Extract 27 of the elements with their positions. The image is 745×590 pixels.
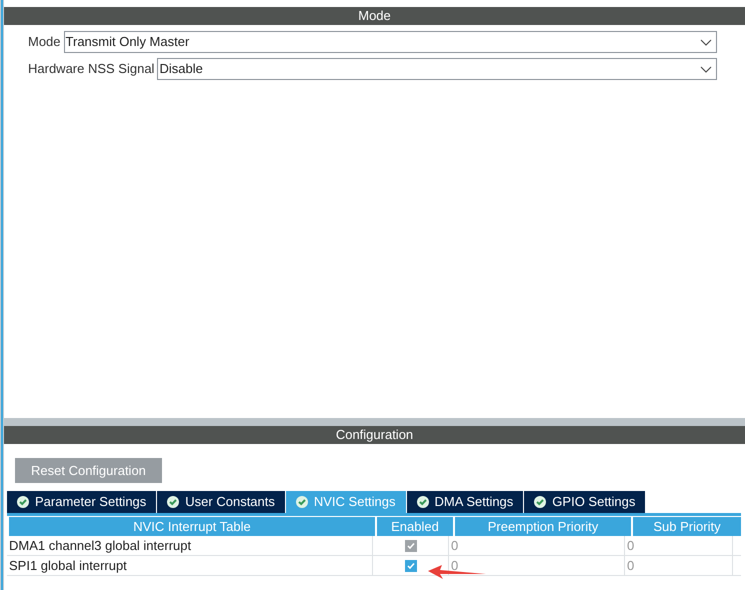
panel-header: Mode bbox=[4, 7, 745, 25]
check-circle-icon bbox=[17, 496, 29, 508]
table-cell: 0 bbox=[625, 556, 733, 575]
dropdown[interactable]: Disable bbox=[157, 58, 717, 80]
column-header: Sub Priority bbox=[633, 517, 741, 536]
checkbox[interactable] bbox=[404, 560, 416, 572]
check-circle-icon bbox=[534, 496, 546, 508]
tab[interactable]: Parameter Settings bbox=[7, 491, 156, 513]
chevron-down-icon bbox=[700, 66, 712, 72]
tab[interactable]: User Constants bbox=[157, 491, 285, 513]
dropdown[interactable]: Transmit Only Master bbox=[64, 31, 717, 53]
column-header: NVIC Interrupt Table bbox=[9, 517, 375, 536]
table-cell: SPI1 global interrupt bbox=[7, 556, 373, 575]
table-cell: 0 bbox=[449, 536, 625, 555]
column-header: Preemption Priority bbox=[455, 517, 631, 536]
table-cell: DMA1 channel3 global interrupt bbox=[7, 536, 373, 555]
panel-header: Configuration bbox=[4, 426, 745, 444]
check-circle-icon bbox=[167, 496, 180, 508]
tab[interactable]: DMA Settings bbox=[406, 491, 524, 513]
chevron-down-icon bbox=[700, 38, 712, 46]
check-circle-icon bbox=[416, 496, 429, 508]
check-circle-icon bbox=[296, 496, 308, 508]
column-header: Enabled bbox=[377, 517, 453, 536]
table-cell: 0 bbox=[625, 536, 733, 555]
tab[interactable]: GPIO Settings bbox=[524, 491, 646, 513]
field-label: Hardware NSS Signal bbox=[28, 60, 154, 78]
field-label: Mode bbox=[28, 33, 61, 52]
